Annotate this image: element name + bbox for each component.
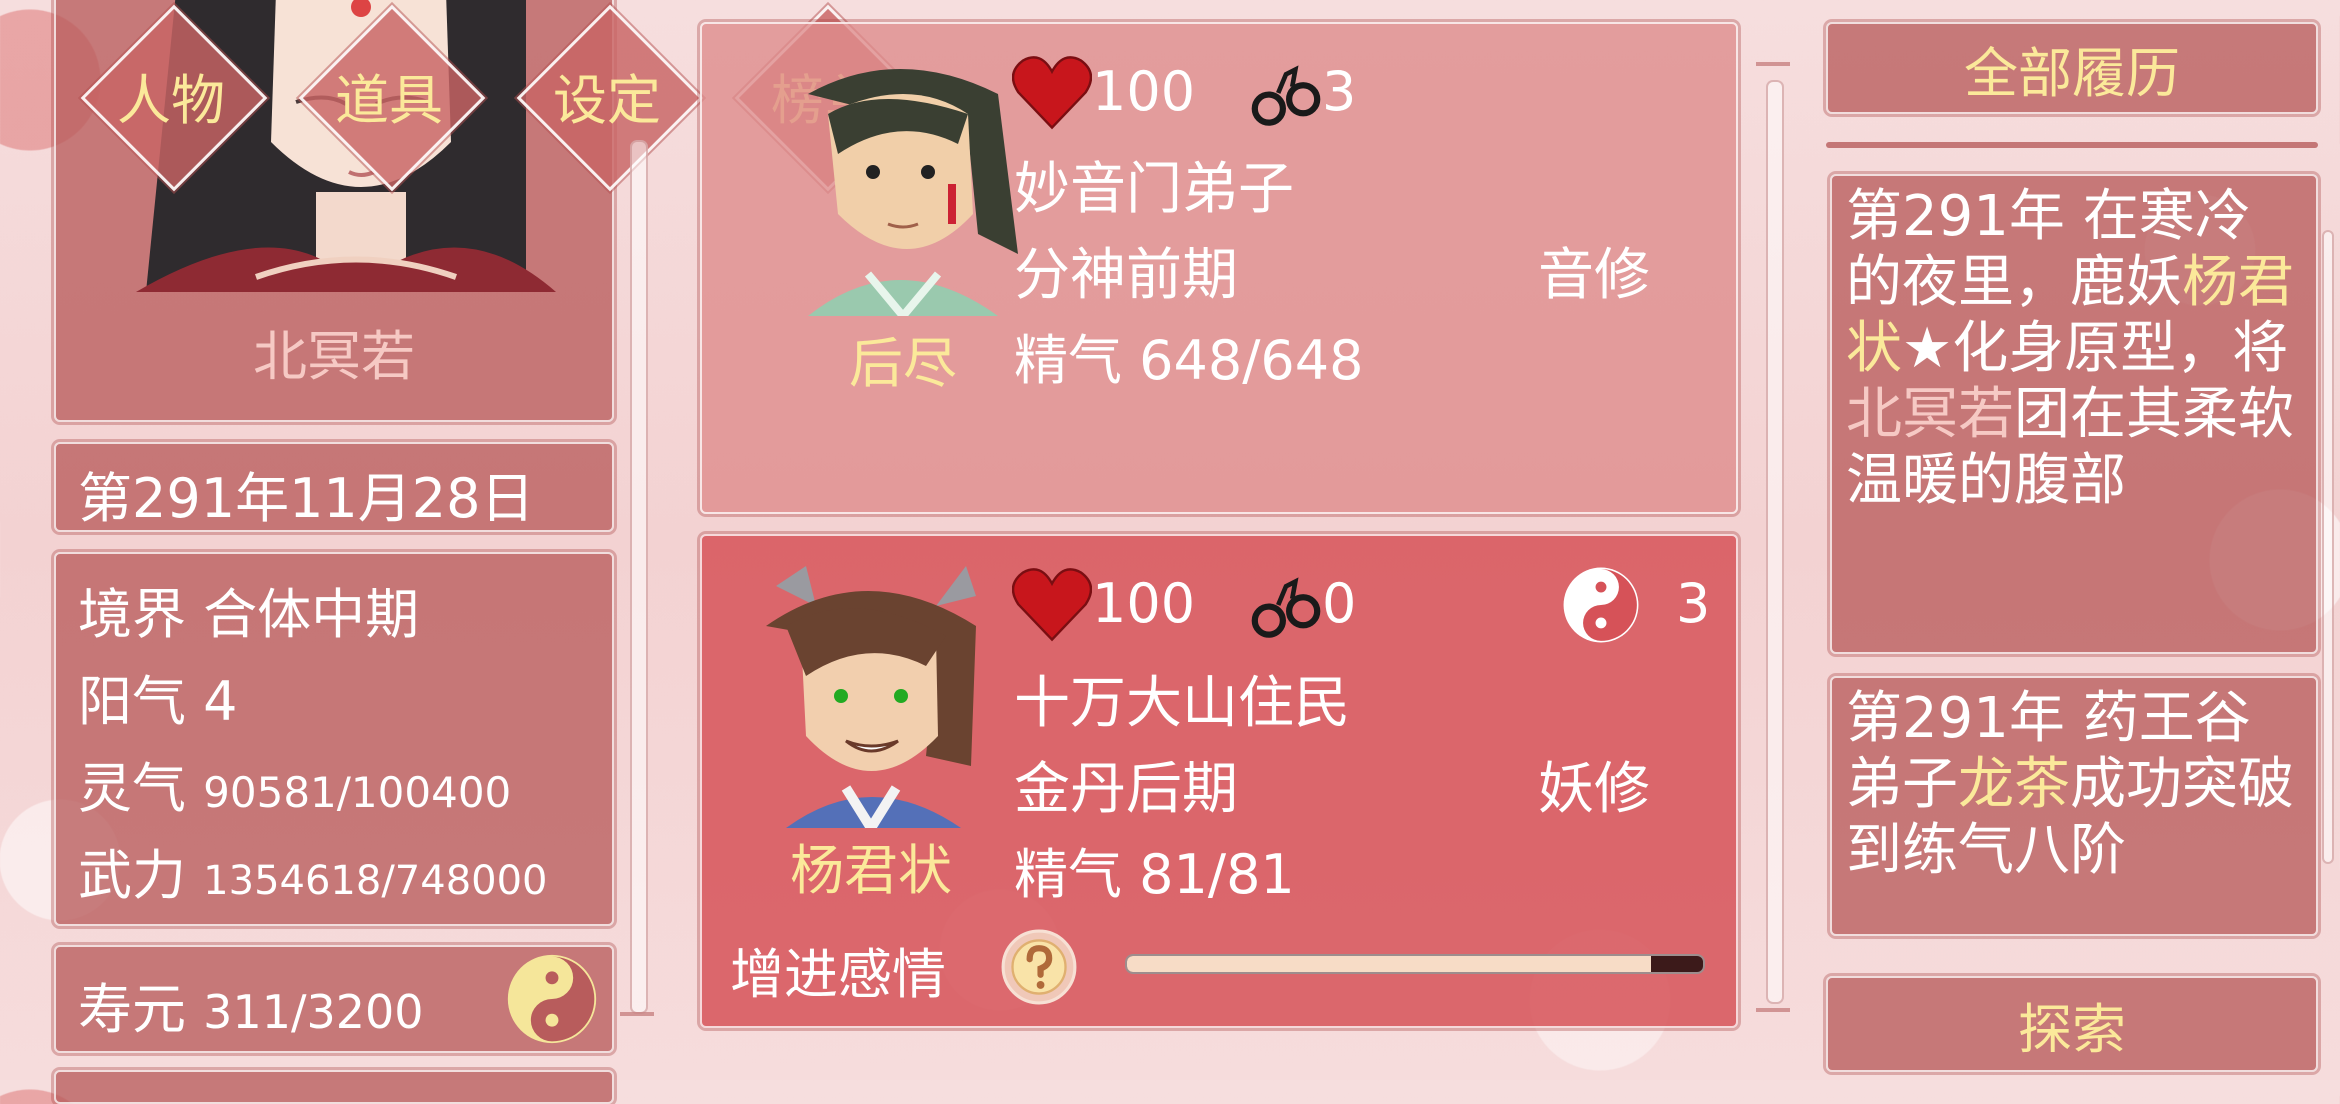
all-history-button[interactable]: 全部履历: [1826, 22, 2318, 114]
yin-yang-icon: [1563, 567, 1639, 643]
tab-items[interactable]: 道具: [294, 0, 486, 192]
affection-progress-bar: [1125, 954, 1705, 974]
shackle-count: 0: [1322, 572, 1357, 635]
log-star: ★: [1902, 316, 1953, 381]
history-log-entry: 第291年 在寒冷的夜里，鹿妖杨君状★化身原型，将北冥若团在其柔软温暖的腹部: [1830, 174, 2318, 654]
rail-cap: [1756, 1008, 1790, 1012]
game-date: 第291年11月28日: [78, 467, 535, 530]
shackle-count: 3: [1322, 60, 1357, 123]
log-text: 第291年 药王谷弟子龙茶成功突破到练气八阶: [1846, 686, 2306, 884]
left-scrollbar[interactable]: [630, 140, 648, 1014]
essence-row: 精气 81/81: [1014, 830, 1295, 909]
essence-label: 精气: [1014, 843, 1122, 906]
log-text: 第291年 在寒冷的夜里，鹿妖杨君状★化身原型，将北冥若团在其柔软温暖的腹部: [1846, 184, 2306, 514]
character-card[interactable]: 后尽 100 3 妙音门弟子 分神前期 音修 精气 648/648: [700, 22, 1738, 514]
tab-label: 设定: [553, 68, 661, 132]
character-name: 后尽: [849, 332, 957, 395]
character-avatar: [766, 566, 976, 828]
essence-label: 精气: [1014, 329, 1122, 392]
yang-label: 阳气: [78, 670, 186, 733]
yinyang-count: 3: [1676, 572, 1711, 635]
date-panel: 第291年11月28日: [54, 442, 614, 532]
cultivation-type: 音修: [1538, 243, 1650, 308]
life-label: 寿元: [78, 978, 186, 1041]
character-avatar: [808, 69, 1018, 316]
rail-cap: [1756, 62, 1790, 66]
handcuffs-icon: [1251, 577, 1321, 638]
hp-value: 100: [1092, 60, 1196, 123]
life-row: 寿元 311/3200: [78, 965, 424, 1044]
question-icon[interactable]: [1000, 928, 1078, 1006]
life-value: 311/3200: [203, 985, 424, 1039]
explore-button[interactable]: 探索: [1826, 976, 2318, 1072]
force-label: 武力: [78, 844, 186, 907]
affiliation: 妙音门弟子: [1014, 157, 1294, 222]
realm-label: 境界: [78, 583, 186, 646]
log-highlight-name: 龙茶: [1958, 752, 2070, 817]
character-name: 杨君状: [790, 839, 952, 902]
affection-progress-fill: [1127, 956, 1652, 972]
increase-affection-label[interactable]: 增进感情: [730, 930, 946, 1009]
divider: [1826, 142, 2318, 148]
realm-value: 合体中期: [203, 583, 420, 646]
cultivation-type: 妖修: [1538, 757, 1650, 822]
qi-label: 灵气: [78, 757, 186, 820]
tab-settings[interactable]: 设定: [512, 0, 704, 192]
all-history-label: 全部履历: [1964, 41, 2180, 105]
middle-scrollbar[interactable]: [1766, 80, 1784, 1004]
rail-cap: [620, 1012, 654, 1016]
realm-row: 境界 合体中期: [78, 570, 419, 649]
lifespan-panel[interactable]: 寿元 311/3200: [54, 945, 614, 1053]
essence-value: 648/648: [1139, 329, 1364, 392]
yang-row: 阳气 4: [78, 657, 238, 736]
handcuffs-icon: [1251, 65, 1321, 126]
log-highlight-name: 北冥若: [1846, 382, 2014, 447]
heart-icon: [1012, 568, 1092, 642]
realm: 金丹后期: [1014, 757, 1238, 822]
qi-row: 灵气 90581/100400: [78, 744, 511, 823]
essence-value: 81/81: [1139, 843, 1295, 906]
tab-label: 道具: [335, 68, 443, 132]
yang-value: 4: [203, 670, 238, 733]
force-value: 1354618/748000: [203, 858, 548, 904]
yin-yang-icon[interactable]: [506, 953, 598, 1045]
force-row: 武力 1354618/748000: [78, 831, 548, 910]
right-scrollbar[interactable]: [2322, 230, 2334, 864]
hp-value: 100: [1092, 572, 1196, 635]
partial-panel: [54, 1070, 614, 1104]
realm: 分神前期: [1014, 243, 1238, 308]
log-text-part: 化身原型，将: [1952, 316, 2289, 381]
tab-characters[interactable]: 人物: [76, 0, 268, 192]
heart-icon: [1012, 56, 1092, 130]
tab-label: 人物: [117, 68, 225, 132]
player-name: 北冥若: [253, 325, 415, 388]
explore-label: 探索: [2018, 997, 2126, 1061]
history-log-entry: 第291年 药王谷弟子龙茶成功突破到练气八阶: [1830, 676, 2318, 936]
player-stats-panel: 境界 合体中期 阳气 4 灵气 90581/100400 武力 1354618/…: [54, 552, 614, 926]
affiliation: 十万大山住民: [1014, 671, 1350, 736]
qi-value: 90581/100400: [203, 768, 512, 817]
essence-row: 精气 648/648: [1014, 316, 1364, 395]
